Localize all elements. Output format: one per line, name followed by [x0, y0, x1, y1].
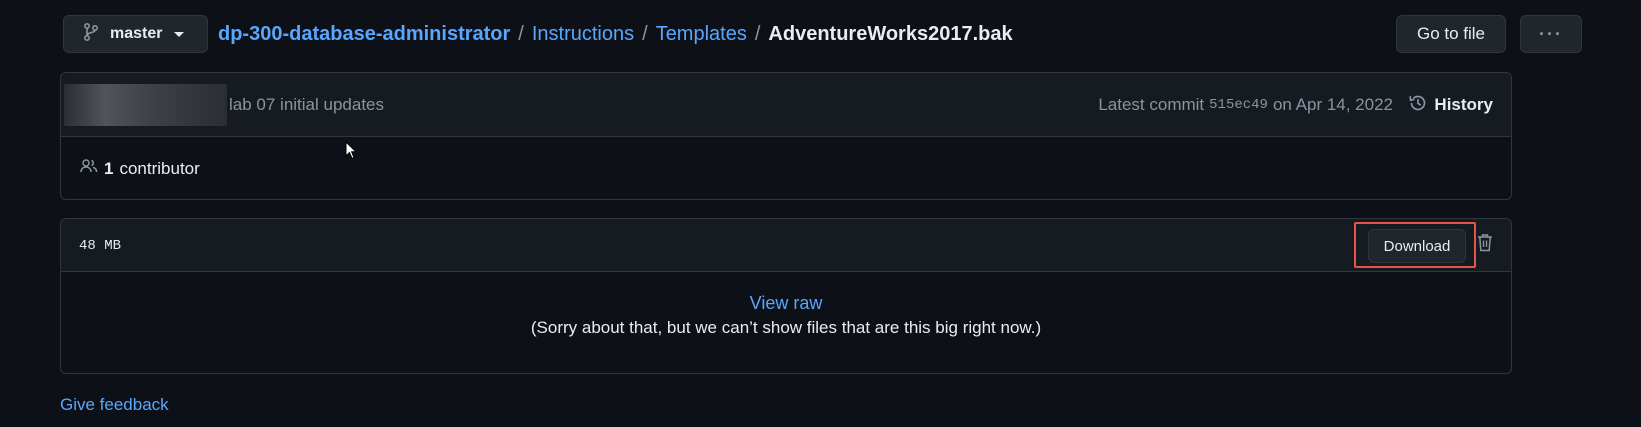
people-icon: [80, 158, 98, 179]
history-label: History: [1434, 95, 1493, 114]
file-size: 48 MB: [79, 237, 122, 254]
commit-sha-link[interactable]: 515ec49: [1209, 97, 1268, 113]
file-body: View raw (Sorry about that, but we can’t…: [61, 272, 1511, 373]
more-options-button[interactable]: ···: [1520, 15, 1582, 53]
branch-label: master: [110, 25, 163, 42]
top-bar: master dp-300-database-administrator / I…: [63, 15, 1582, 53]
avatar: [64, 84, 227, 126]
branch-selector-button[interactable]: master: [63, 15, 208, 53]
go-to-file-button[interactable]: Go to file: [1396, 15, 1506, 53]
breadcrumb-separator: /: [518, 22, 524, 45]
history-icon: [1408, 93, 1428, 118]
contributors-row[interactable]: 1 contributor: [61, 137, 1511, 199]
file-box: 48 MB Download View raw (Sorry about tha…: [60, 218, 1512, 374]
give-feedback-link[interactable]: Give feedback: [60, 395, 169, 415]
mouse-cursor-icon: [345, 140, 358, 165]
commit-date: on Apr 14, 2022: [1272, 95, 1393, 114]
breadcrumb-file-name: AdventureWorks2017.bak: [768, 22, 1013, 45]
latest-commit-info: Latest commit 515ec49 on Apr 14, 2022: [1098, 73, 1393, 137]
history-link[interactable]: History: [1408, 73, 1493, 137]
breadcrumb-separator: /: [754, 22, 761, 45]
commit-message-link[interactable]: lab 07 initial updates: [229, 73, 384, 137]
breadcrumb-separator: /: [642, 22, 648, 45]
contributor-count: 1: [104, 158, 114, 178]
file-header: 48 MB Download: [61, 219, 1511, 272]
caret-down-icon: [174, 25, 185, 43]
breadcrumb-folder-instructions[interactable]: Instructions: [532, 23, 634, 46]
trash-icon[interactable]: [1477, 233, 1493, 257]
file-too-big-message: (Sorry about that, but we can’t show fil…: [530, 318, 1042, 337]
breadcrumb-folder-templates[interactable]: Templates: [656, 23, 747, 46]
view-raw-link[interactable]: View raw: [61, 293, 1511, 314]
download-button[interactable]: Download: [1368, 229, 1466, 263]
breadcrumb-repo-link[interactable]: dp-300-database-administrator: [218, 23, 510, 46]
latest-commit-prefix: Latest commit: [1098, 95, 1205, 114]
latest-commit-box: lab 07 initial updates Latest commit 515…: [60, 72, 1512, 200]
commit-row: lab 07 initial updates Latest commit 515…: [61, 73, 1511, 137]
contributor-label: contributor: [119, 158, 200, 178]
kebab-horizontal-icon: ···: [1539, 23, 1563, 44]
breadcrumb: dp-300-database-administrator / Instruct…: [218, 15, 1013, 53]
git-branch-icon: [83, 22, 99, 46]
